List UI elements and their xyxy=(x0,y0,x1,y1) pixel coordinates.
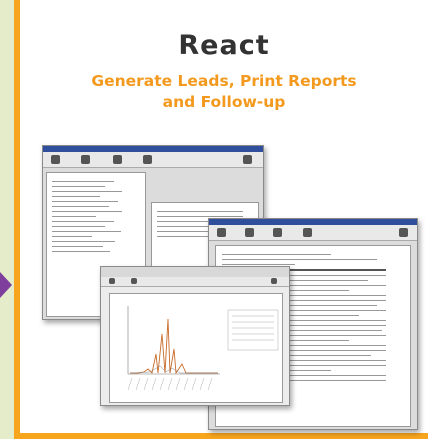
preview-chart xyxy=(127,306,279,391)
subtitle-line-2: and Follow-up xyxy=(162,93,286,111)
nav-arrow[interactable] xyxy=(0,272,12,298)
toolbar-icon xyxy=(271,278,277,284)
subtitle-line-1: Generate Leads, Print Reports xyxy=(91,72,357,90)
side-list xyxy=(47,173,145,260)
toolbar xyxy=(101,277,289,287)
print-preview-window xyxy=(100,266,290,406)
feature-card: React Generate Leads, Print Reports and … xyxy=(14,0,428,439)
toolbar-icon xyxy=(81,155,90,164)
feature-title: React xyxy=(178,30,270,61)
preview-series xyxy=(130,318,218,375)
preview-page xyxy=(109,293,283,403)
toolbar xyxy=(43,152,263,168)
feature-subtitle: Generate Leads, Print Reports and Follow… xyxy=(20,71,428,113)
toolbar-icon xyxy=(131,278,137,284)
toolbar-icon xyxy=(303,228,312,237)
toolbar-icon xyxy=(113,155,122,164)
toolbar-icon xyxy=(399,228,408,237)
toolbar-icon xyxy=(217,228,226,237)
title-bar xyxy=(101,267,289,277)
toolbar-icon xyxy=(245,228,254,237)
toolbar-icon xyxy=(243,155,252,164)
toolbar-icon xyxy=(273,228,282,237)
toolbar-icon xyxy=(143,155,152,164)
toolbar-icon xyxy=(109,278,115,284)
toolbar-icon xyxy=(51,155,60,164)
toolbar xyxy=(209,225,417,241)
